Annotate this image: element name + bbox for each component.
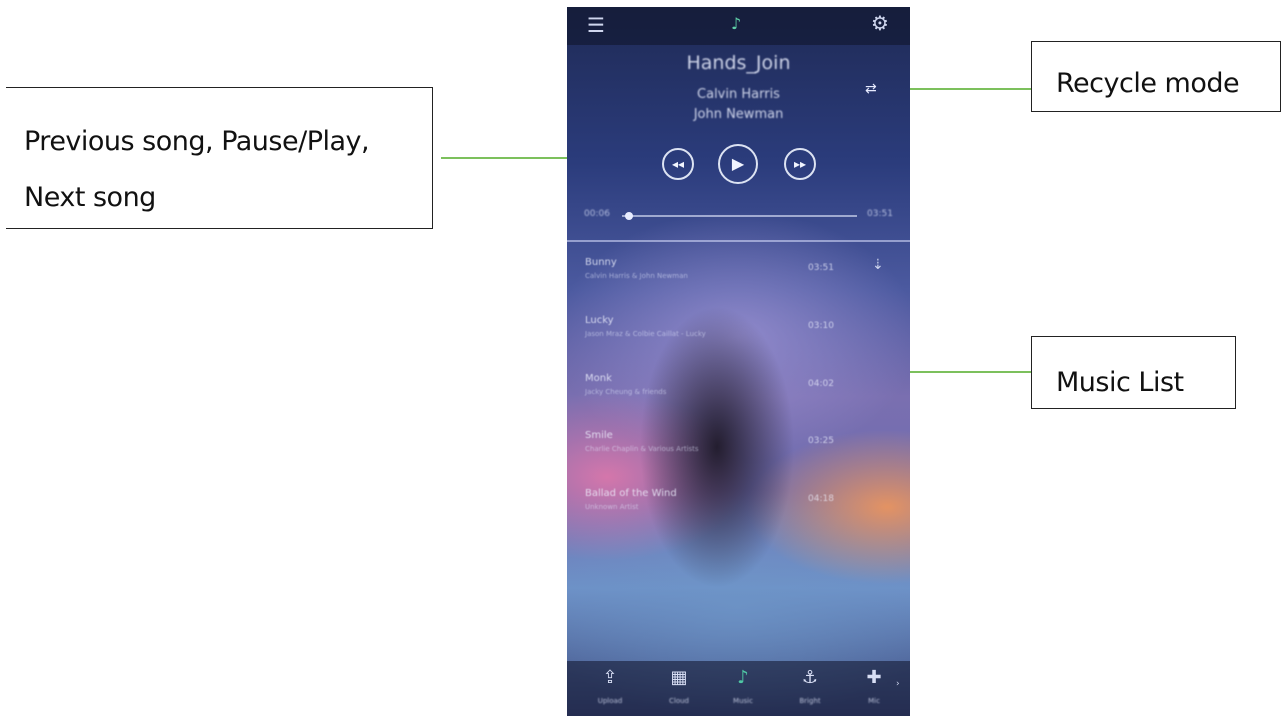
list-item[interactable]: Smile Charlie Chaplin & Various Artists 03… bbox=[585, 430, 890, 472]
more-icon[interactable]: › bbox=[896, 679, 900, 689]
tab-label: Mic bbox=[868, 697, 880, 705]
song-title: Bunny bbox=[585, 257, 617, 268]
song-duration: 03:51 bbox=[808, 263, 834, 273]
callout-music-list: Music List bbox=[1031, 336, 1236, 409]
callout-recycle-text: Recycle mode bbox=[1056, 68, 1240, 99]
music-note-icon: ♪ bbox=[737, 667, 749, 688]
phone-screen: ☰ ♪ ⚙ Hands_Join Calvin Harris John Newm… bbox=[567, 7, 910, 716]
tab-cloud[interactable]: ▦ Cloud bbox=[654, 667, 704, 705]
music-note-icon: ♪ bbox=[731, 14, 742, 33]
song-subtitle: Unknown Artist bbox=[585, 503, 639, 511]
progress-knob[interactable] bbox=[625, 212, 634, 220]
next-song-button[interactable]: ▸▸ bbox=[784, 148, 816, 180]
recycle-mode-icon[interactable]: ⇄ bbox=[865, 81, 877, 97]
grid-icon: ▦ bbox=[670, 667, 688, 688]
list-item[interactable]: Monk Jacky Cheung & friends 04:02 bbox=[585, 373, 890, 415]
now-playing-artist-2: John Newman bbox=[693, 107, 784, 122]
tab-music[interactable]: ♪ Music bbox=[718, 667, 768, 705]
settings-icon[interactable]: ⚙ bbox=[871, 11, 889, 35]
list-item[interactable]: Lucky Jason Mraz & Colbie Caillat - Lucky… bbox=[585, 315, 890, 357]
tab-label: Upload bbox=[597, 697, 623, 705]
list-item[interactable]: Bunny Calvin Harris & John Newman 03:51 bbox=[585, 257, 890, 299]
now-playing-artist-1: Calvin Harris bbox=[697, 87, 780, 102]
song-title: Smile bbox=[585, 430, 613, 441]
tab-label: Cloud bbox=[669, 697, 689, 705]
song-subtitle: Jason Mraz & Colbie Caillat - Lucky bbox=[585, 330, 706, 338]
download-icon[interactable]: ⇣ bbox=[872, 257, 884, 273]
song-duration: 03:25 bbox=[808, 436, 834, 446]
anchor-icon: ⚓ bbox=[801, 667, 819, 688]
previous-song-button[interactable]: ◂◂ bbox=[662, 148, 694, 180]
divider bbox=[567, 240, 910, 242]
song-duration: 03:10 bbox=[808, 321, 834, 331]
mic-icon: ✚ bbox=[866, 667, 882, 688]
song-duration: 04:02 bbox=[808, 379, 834, 389]
total-time: 03:51 bbox=[867, 209, 893, 219]
tab-label: Bright bbox=[799, 697, 821, 705]
list-item[interactable]: Ballad of the Wind Unknown Artist 04:18 bbox=[585, 488, 890, 530]
play-pause-button[interactable]: ▶ bbox=[718, 144, 758, 184]
song-subtitle: Calvin Harris & John Newman bbox=[585, 272, 688, 280]
tab-upload[interactable]: ⇪ Upload bbox=[585, 667, 635, 705]
callout-list-text: Music List bbox=[1056, 367, 1184, 398]
song-subtitle: Charlie Chaplin & Various Artists bbox=[585, 445, 699, 453]
tab-label: Music bbox=[733, 697, 753, 705]
tab-bright[interactable]: ⚓ Bright bbox=[785, 667, 835, 705]
song-duration: 04:18 bbox=[808, 494, 834, 504]
tab-mic[interactable]: ✚ Mic bbox=[849, 667, 899, 705]
callout-line-1: Previous song, Pause/Play, bbox=[24, 126, 370, 157]
song-subtitle: Jacky Cheung & friends bbox=[585, 388, 667, 396]
elapsed-time: 00:06 bbox=[584, 209, 610, 219]
callout-recycle-mode: Recycle mode bbox=[1031, 41, 1281, 112]
callout-line-2: Next song bbox=[24, 182, 156, 213]
bottom-tab-bar: ⇪ Upload ▦ Cloud ♪ Music ⚓ Bright ✚ Mic bbox=[567, 661, 910, 716]
top-bar: ☰ ♪ ⚙ bbox=[567, 7, 910, 45]
upload-icon: ⇪ bbox=[602, 667, 618, 688]
song-title: Monk bbox=[585, 373, 612, 384]
progress-bar[interactable] bbox=[622, 215, 857, 217]
menu-icon[interactable]: ☰ bbox=[587, 13, 605, 37]
callout-playback-controls: Previous song, Pause/Play, Next song bbox=[6, 87, 433, 229]
song-title: Ballad of the Wind bbox=[585, 488, 677, 499]
song-title: Lucky bbox=[585, 315, 614, 326]
now-playing-title: Hands_Join bbox=[686, 52, 791, 74]
arrow-recycle bbox=[891, 88, 1031, 90]
